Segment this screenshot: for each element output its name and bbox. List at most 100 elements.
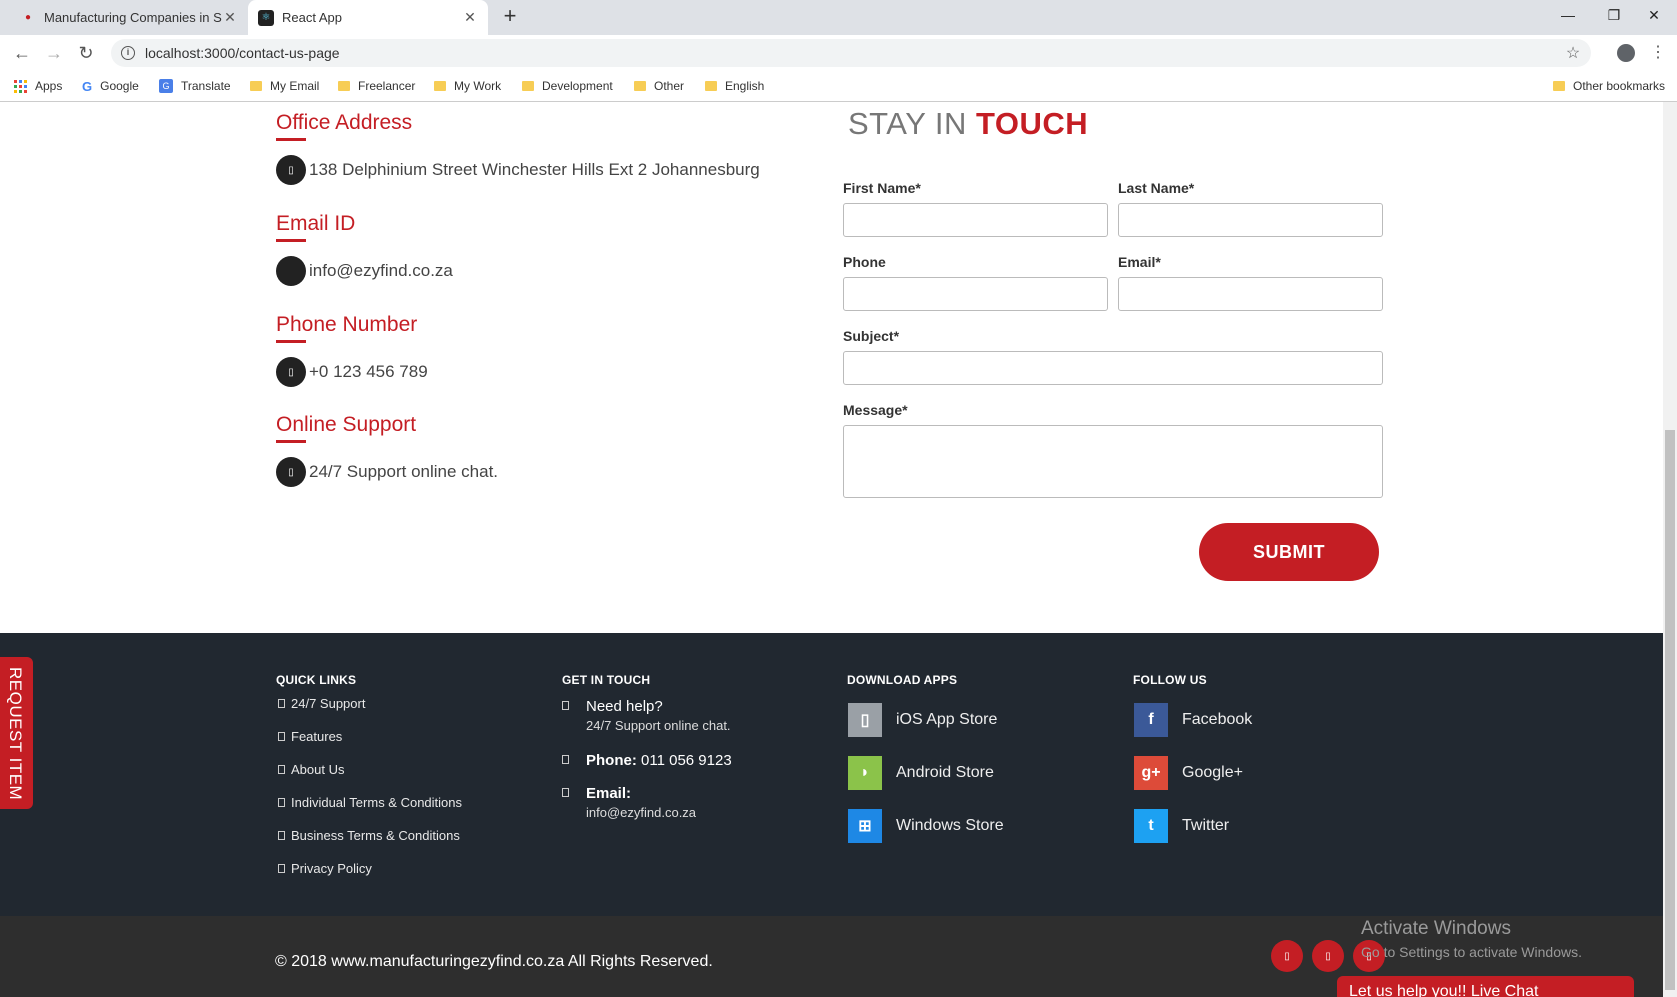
facebook-link[interactable]: f Facebook	[1134, 703, 1252, 737]
page-viewport: Office Address ▯ 138 Delphinium Street W…	[0, 102, 1663, 997]
get-in-touch-heading: GET IN TOUCH	[562, 673, 651, 687]
quick-links-heading: QUICK LINKS	[276, 673, 357, 687]
browser-tab-strip: ● Manufacturing Companies in Sou ✕ ⚛ Rea…	[0, 0, 1677, 35]
browser-toolbar: ← → ↻ i localhost:3000/contact-us-page ☆…	[0, 35, 1677, 71]
online-support-value: 24/7 Support online chat.	[309, 462, 499, 481]
folder-icon	[338, 81, 350, 91]
apps-grid-icon	[14, 79, 27, 93]
info-icon[interactable]: i	[121, 46, 135, 60]
submit-button[interactable]: SUBMIT	[1199, 523, 1379, 581]
online-support-block: Online Support ▯ 24/7 Support online cha…	[276, 413, 498, 487]
close-window-button[interactable]: ✕	[1631, 0, 1677, 32]
phone-label: Phone	[843, 254, 886, 270]
footer-link-privacy[interactable]: Privacy Policy	[278, 861, 372, 876]
footer-link-individual-terms[interactable]: Individual Terms & Conditions	[278, 795, 462, 810]
online-support-row: ▯ 24/7 Support online chat.	[276, 457, 498, 487]
react-icon: ⚛	[258, 9, 274, 26]
phone-value: +0 123 456 789	[309, 362, 428, 381]
bullet-icon	[562, 788, 569, 797]
windows-store-link[interactable]: ⊞ Windows Store	[848, 809, 1004, 843]
google-plus-link[interactable]: g+ Google+	[1134, 756, 1243, 790]
profile-avatar-icon[interactable]	[1617, 44, 1635, 62]
bookmark-english[interactable]: English	[705, 77, 764, 95]
url-text[interactable]: localhost:3000/contact-us-page	[145, 45, 1561, 61]
footer-link-about[interactable]: About Us	[278, 762, 344, 777]
folder-icon	[250, 81, 262, 91]
office-address-row: ▯ 138 Delphinium Street Winchester Hills…	[276, 155, 760, 185]
back-arrow-icon[interactable]: ←	[10, 41, 34, 65]
bookmark-star-icon[interactable]: ☆	[1561, 43, 1585, 63]
first-name-label: First Name*	[843, 180, 921, 196]
last-name-field[interactable]	[1118, 203, 1383, 237]
live-chat-button[interactable]: Let us help you!! Live Chat ︿	[1337, 976, 1634, 997]
bookmark-my-work[interactable]: My Work	[434, 77, 501, 95]
message-textarea[interactable]	[843, 425, 1383, 498]
bullet-icon	[278, 798, 285, 807]
footer-link-features[interactable]: Features	[278, 729, 342, 744]
footer-link-business-terms[interactable]: Business Terms & Conditions	[278, 828, 460, 843]
request-item-tab[interactable]: REQUEST ITEM	[0, 657, 33, 809]
email-field[interactable]	[1118, 277, 1383, 311]
map-marker-icon: ▯	[276, 155, 306, 185]
email-label: Email*	[1118, 254, 1161, 270]
footer-link-support[interactable]: 24/7 Support	[278, 696, 365, 711]
last-name-label: Last Name*	[1118, 180, 1195, 196]
other-bookmarks[interactable]: Other bookmarks	[1553, 77, 1665, 95]
bullet-icon	[562, 755, 569, 764]
forward-arrow-icon[interactable]: →	[42, 41, 66, 65]
social-icon-2[interactable]: ▯	[1312, 940, 1344, 972]
message-label: Message*	[843, 402, 908, 418]
scrollbar-thumb[interactable]	[1665, 430, 1675, 990]
tab-react-app[interactable]: ⚛ React App ✕	[248, 0, 488, 35]
chat-icon: ▯	[276, 457, 306, 487]
address-bar[interactable]: i localhost:3000/contact-us-page ☆	[111, 39, 1591, 67]
minimize-button[interactable]: —	[1545, 0, 1591, 32]
chevron-up-icon: ︿	[1606, 983, 1622, 997]
bookmark-other[interactable]: Other	[634, 77, 684, 95]
subject-field[interactable]	[843, 351, 1383, 385]
google-plus-icon: g+	[1134, 756, 1168, 790]
close-icon[interactable]: ✕	[222, 9, 238, 26]
bookmark-google[interactable]: G Google	[82, 77, 139, 95]
email-value[interactable]: info@ezyfind.co.za	[309, 261, 453, 281]
phone-block: Phone Number ▯ +0 123 456 789	[276, 313, 428, 387]
facebook-icon: f	[1134, 703, 1168, 737]
footer: QUICK LINKS 24/7 Support Features About …	[0, 633, 1663, 916]
bookmark-translate[interactable]: G Translate	[159, 77, 231, 95]
folder-icon	[522, 81, 534, 91]
bullet-icon	[278, 864, 285, 873]
folder-icon	[1553, 81, 1565, 91]
bookmark-my-email[interactable]: My Email	[250, 77, 319, 95]
bookmark-apps[interactable]: Apps	[14, 77, 62, 95]
page-scrollbar[interactable]	[1663, 102, 1677, 997]
phone-icon: ▯	[276, 357, 306, 387]
android-icon: ◗	[848, 756, 882, 790]
reload-icon[interactable]: ↻	[74, 41, 98, 65]
ios-store-link[interactable]: ▯ iOS App Store	[848, 703, 997, 737]
bullet-icon	[278, 831, 285, 840]
tab-title: React App	[282, 10, 342, 25]
close-icon[interactable]: ✕	[462, 9, 478, 26]
tab-manufacturing[interactable]: ● Manufacturing Companies in Sou ✕	[10, 0, 248, 35]
first-name-field[interactable]	[843, 203, 1108, 237]
apple-icon: ▯	[848, 703, 882, 737]
kebab-menu-icon[interactable]: ⋮	[1650, 41, 1666, 65]
bookmark-freelancer[interactable]: Freelancer	[338, 77, 415, 95]
translate-icon: G	[159, 79, 173, 93]
new-tab-button[interactable]: +	[498, 5, 522, 29]
download-apps-heading: DOWNLOAD APPS	[847, 673, 958, 687]
windows-icon: ⊞	[848, 809, 882, 843]
email-block: Email ID info@ezyfind.co.za	[276, 212, 453, 286]
twitter-link[interactable]: t Twitter	[1134, 809, 1229, 843]
form-title: STAY IN TOUCH	[848, 106, 1088, 142]
form-title-light: STAY IN	[848, 106, 967, 141]
site-favicon-icon: ●	[24, 12, 32, 23]
email-title: Email ID	[276, 212, 453, 242]
form-title-bold: TOUCH	[976, 106, 1089, 141]
social-icon-1[interactable]: ▯	[1271, 940, 1303, 972]
android-store-link[interactable]: ◗ Android Store	[848, 756, 994, 790]
bookmark-development[interactable]: Development	[522, 77, 613, 95]
phone-field[interactable]	[843, 277, 1108, 311]
folder-icon	[705, 81, 717, 91]
folder-icon	[634, 81, 646, 91]
